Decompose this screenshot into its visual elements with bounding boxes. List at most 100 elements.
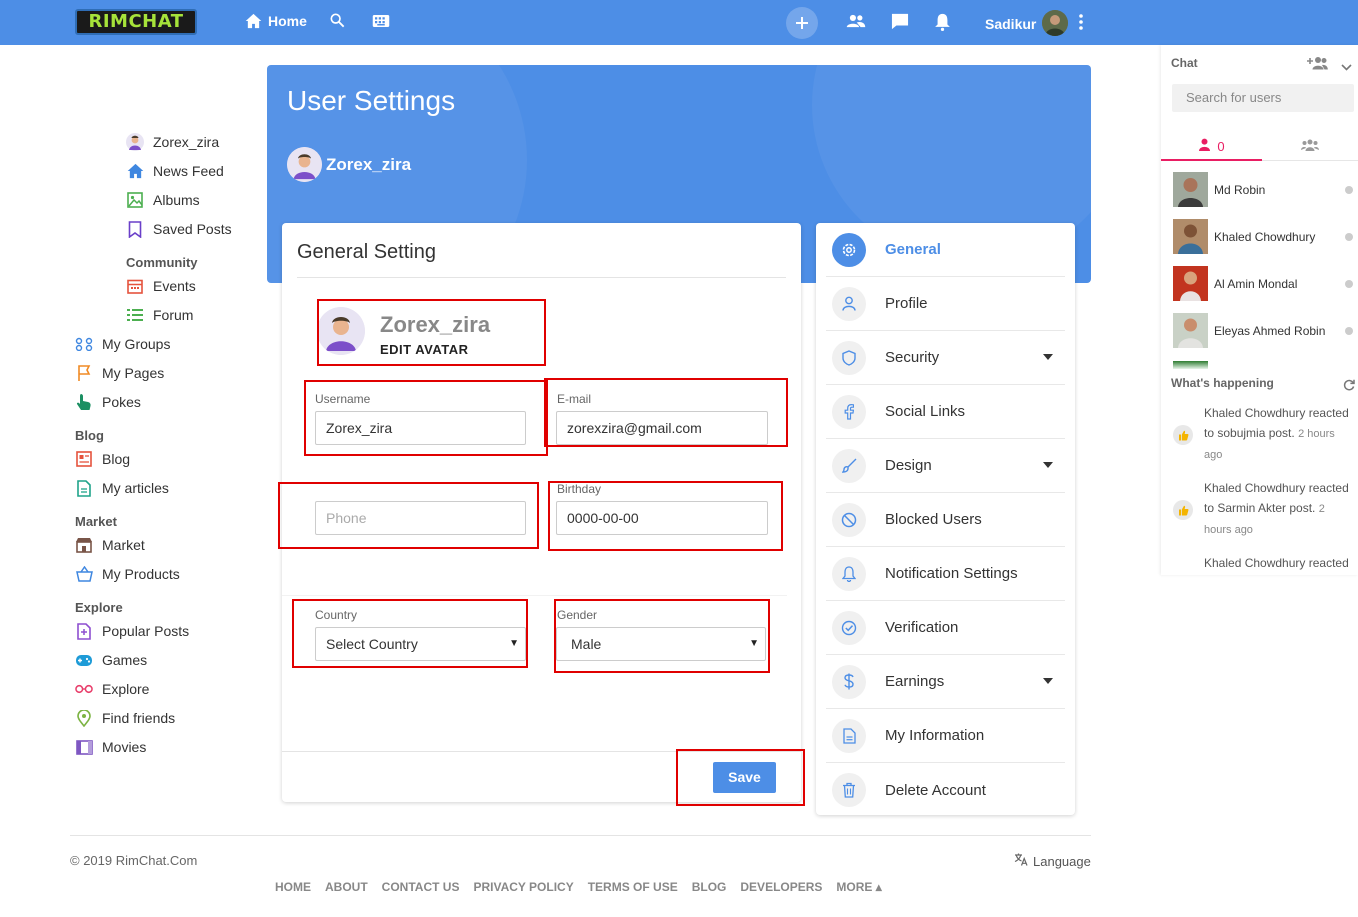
footer-link-terms-of-use[interactable]: TERMS OF USE <box>588 880 678 894</box>
menu-item-design[interactable]: Design <box>826 439 1065 493</box>
country-select-value: Select Country <box>326 636 418 652</box>
sidebar-item-albums[interactable]: Albums <box>126 191 200 209</box>
current-user-name[interactable]: Sadikur <box>985 16 1036 32</box>
menu-item-blocked-users[interactable]: Blocked Users <box>826 493 1065 547</box>
list-icon <box>126 306 144 324</box>
header-user[interactable]: Zorex_zira <box>287 147 411 182</box>
footer-link-about[interactable]: ABOUT <box>325 880 368 894</box>
create-post-button[interactable] <box>786 7 818 39</box>
sidebar-item-saved-posts[interactable]: Saved Posts <box>126 220 232 238</box>
sidebar-item-my-products[interactable]: My Products <box>75 565 180 583</box>
add-user-icon[interactable] <box>1307 56 1328 75</box>
menu-item-social-links[interactable]: Social Links <box>826 385 1065 439</box>
footer-link-developers[interactable]: DEVELOPERS <box>740 880 822 894</box>
activity-item[interactable]: Khaled Chowdhury reacted to sobujmia pos… <box>1173 403 1353 465</box>
phone-field[interactable]: Phone <box>315 501 526 535</box>
birthday-label: Birthday <box>557 482 602 496</box>
activity-text: Khaled Chowdhury reacted <box>1204 556 1349 570</box>
menu-item-profile[interactable]: Profile <box>826 277 1065 331</box>
sidebar-item-label: Market <box>102 537 145 553</box>
sidebar-item-market[interactable]: Market <box>75 536 145 554</box>
caret-down-icon <box>1043 678 1053 684</box>
trash-icon <box>832 773 866 807</box>
general-setting-card: General Setting Zorex_zira EDIT AVATAR U… <box>278 223 805 806</box>
sidebar-item-blog[interactable]: Blog <box>75 450 130 468</box>
menu-item-security[interactable]: Security <box>826 331 1065 385</box>
sidebar-item-games[interactable]: Games <box>75 651 147 669</box>
avatar-username: Zorex_zira <box>380 312 491 337</box>
sidebar-item-news-feed[interactable]: News Feed <box>126 162 224 180</box>
country-select[interactable]: Select Country ▼ <box>315 627 526 661</box>
language-selector[interactable]: Language <box>1014 853 1091 869</box>
sidebar-item-events[interactable]: Events <box>126 277 196 295</box>
divider <box>282 751 801 752</box>
footer-link-blog[interactable]: BLOG <box>692 880 727 894</box>
friends-icon[interactable] <box>846 14 866 33</box>
sidebar-item-find-friends[interactable]: Find friends <box>75 709 175 727</box>
messages-icon[interactable] <box>891 13 909 35</box>
notifications-bell-icon[interactable] <box>934 13 951 36</box>
explore-heading: Explore <box>75 600 123 615</box>
profile-avatar[interactable] <box>317 307 365 355</box>
menu-item-notification-settings[interactable]: Notification Settings <box>826 547 1065 601</box>
status-dot <box>1345 326 1353 335</box>
sidebar-item-my-pages[interactable]: My Pages <box>75 364 164 382</box>
email-field[interactable]: zorexzira@gmail.com <box>556 411 768 445</box>
chat-contact[interactable]: Al Amin Mondal <box>1173 266 1353 301</box>
gender-select[interactable]: Male ▼ <box>556 627 766 661</box>
community-heading: Community <box>126 255 198 270</box>
chevron-down-icon[interactable] <box>1341 58 1352 76</box>
avatar <box>1173 172 1208 207</box>
sidebar-item-popular-posts[interactable]: Popular Posts <box>75 622 189 640</box>
footer-link-privacy-policy[interactable]: PRIVACY POLICY <box>473 880 573 894</box>
sidebar-item-movies[interactable]: Movies <box>75 738 146 756</box>
sidebar-item-label: My Groups <box>102 336 171 352</box>
rimchat-logo[interactable]: RIMCHAT <box>75 9 197 35</box>
group-icon <box>75 335 93 353</box>
birthday-field[interactable]: 0000-00-00 <box>556 501 768 535</box>
activity-item[interactable]: Khaled Chowdhury reacted to Sarmin Akter… <box>1173 478 1353 540</box>
menu-item-delete-account[interactable]: Delete Account <box>826 763 1065 817</box>
tab-online-users[interactable]: 0 <box>1161 133 1262 161</box>
username-label: Username <box>315 392 371 406</box>
menu-item-verification[interactable]: Verification <box>826 601 1065 655</box>
sidebar-item-explore[interactable]: Explore <box>75 680 149 698</box>
thumbs-up-icon <box>1173 500 1193 520</box>
sidebar-item-my-groups[interactable]: My Groups <box>75 335 170 353</box>
menu-item-label: Profile <box>885 295 928 312</box>
sidebar-item-my-articles[interactable]: My articles <box>75 479 169 497</box>
location-pin-icon <box>75 709 93 727</box>
chat-search-input[interactable]: Search for users <box>1172 84 1354 112</box>
sidebar-item-profile[interactable]: Zorex_zira <box>126 133 219 151</box>
footer-link-contact-us[interactable]: CONTACT US <box>382 880 460 894</box>
sidebar-item-label: Forum <box>153 307 194 323</box>
footer-divider <box>70 835 1091 836</box>
activity-item[interactable]: Khaled Chowdhury reacted <box>1173 553 1353 573</box>
chat-contact[interactable]: Khaled Chowdhury <box>1173 219 1353 254</box>
refresh-icon[interactable] <box>1343 378 1355 396</box>
username-field[interactable]: Zorex_zira <box>315 411 526 445</box>
footer-link-home[interactable]: HOME <box>275 880 311 894</box>
save-button[interactable]: Save <box>713 762 776 793</box>
gamepad-icon <box>75 651 93 669</box>
tab-all-users[interactable] <box>1262 133 1358 161</box>
home-nav-link[interactable]: Home <box>245 13 307 29</box>
chat-contact[interactable]: Md Robin <box>1173 172 1353 207</box>
sidebar-item-forum[interactable]: Forum <box>126 306 193 324</box>
chat-contact[interactable]: Eleyas Ahmed Robin <box>1173 313 1353 348</box>
menu-item-my-information[interactable]: My Information <box>826 709 1065 763</box>
menu-item-earnings[interactable]: Earnings <box>826 655 1065 709</box>
search-icon[interactable] <box>329 12 345 33</box>
keyboard-icon[interactable] <box>372 14 390 33</box>
caret-down-icon <box>1043 354 1053 360</box>
sidebar-item-pokes[interactable]: Pokes <box>75 393 141 411</box>
current-user-avatar[interactable] <box>1042 10 1068 36</box>
avatar <box>1173 313 1208 348</box>
edit-avatar-link[interactable]: EDIT AVATAR <box>380 342 469 357</box>
sidebar-item-label: Popular Posts <box>102 623 190 639</box>
more-options-icon[interactable] <box>1079 14 1083 35</box>
footer-link-more[interactable]: MORE ▴ <box>836 880 881 894</box>
divider <box>282 595 787 596</box>
menu-item-general[interactable]: General <box>826 223 1065 277</box>
home-icon <box>245 13 262 29</box>
